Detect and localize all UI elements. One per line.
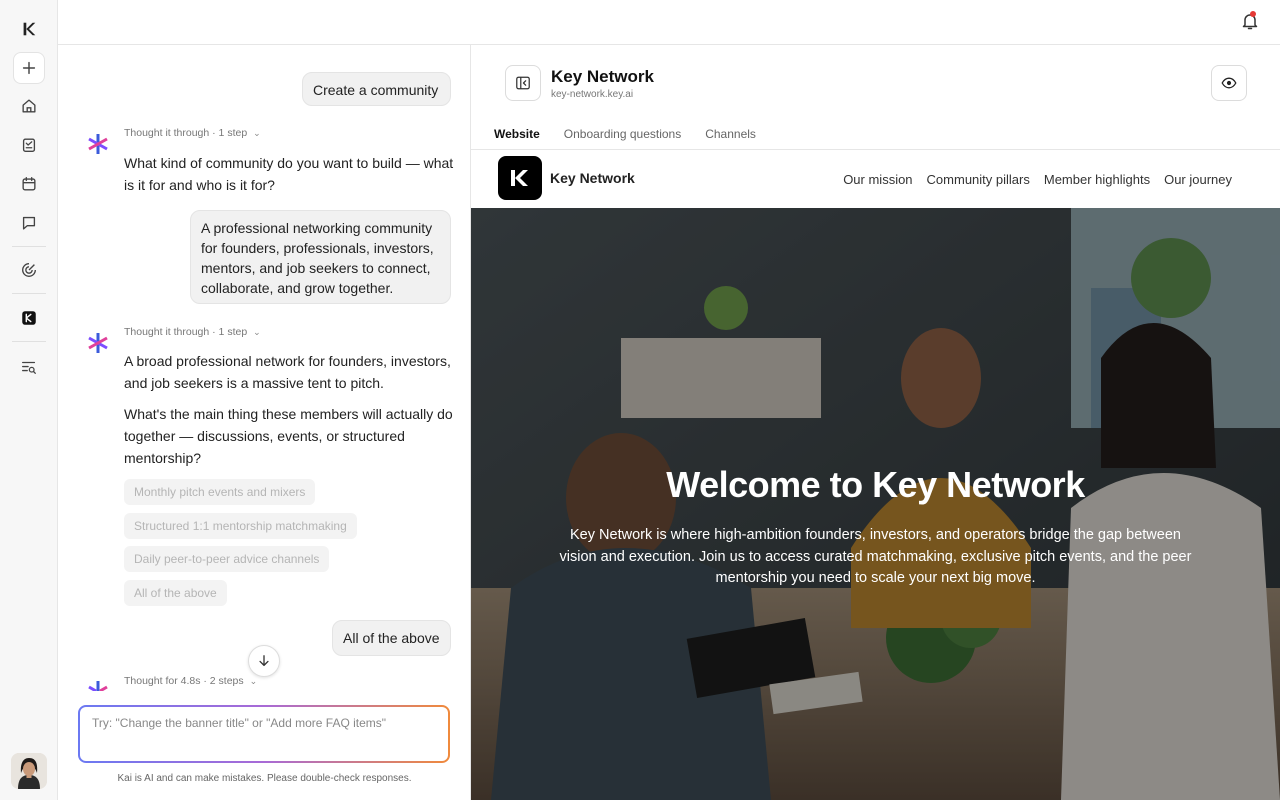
- eye-icon: [1221, 77, 1237, 89]
- analytics-button[interactable]: [13, 254, 45, 286]
- search-list-button[interactable]: [13, 351, 45, 383]
- preview-tabs: Website Onboarding questions Channels: [494, 127, 756, 145]
- app-logo-icon[interactable]: [13, 13, 45, 45]
- messages-button[interactable]: [13, 207, 45, 239]
- key-network-logo-icon: [22, 311, 36, 325]
- chevron-down-icon: ⌄: [253, 128, 261, 138]
- arrow-down-icon: [259, 655, 269, 667]
- ai-disclaimer: Kai is AI and can make mistakes. Please …: [117, 773, 412, 784]
- quick-reply-option[interactable]: All of the above: [124, 580, 227, 606]
- nav-link-member-highlights[interactable]: Member highlights: [1044, 172, 1150, 187]
- rail-divider: [12, 246, 46, 247]
- composer-input[interactable]: Try: "Change the banner title" or "Add m…: [80, 707, 448, 761]
- hero-banner: Welcome to Key Network Key Network is wh…: [471, 208, 1280, 800]
- community-url[interactable]: key-network.key.ai: [551, 89, 633, 100]
- tab-onboarding-questions[interactable]: Onboarding questions: [564, 127, 681, 145]
- user-message: Create a community: [302, 72, 451, 106]
- thought-toggle[interactable]: Thought it through · 1 step ⌄: [124, 326, 261, 338]
- home-button[interactable]: [13, 90, 45, 122]
- nav-link-our-journey[interactable]: Our journey: [1164, 172, 1232, 187]
- clipboard-check-icon: [22, 138, 36, 152]
- sidebar-collapse-icon: [516, 76, 530, 90]
- tasks-button[interactable]: [13, 129, 45, 161]
- user-message: A professional networking community for …: [190, 210, 451, 304]
- chat-panel: Create a community Thought it through · …: [58, 45, 471, 800]
- site-name[interactable]: Key Network: [550, 170, 635, 186]
- community-button[interactable]: [13, 302, 45, 334]
- thought-toggle[interactable]: Thought it through · 1 step ⌄: [124, 127, 261, 139]
- tab-channels[interactable]: Channels: [705, 127, 756, 145]
- assistant-message: What kind of community do you want to bu…: [124, 155, 454, 193]
- quick-reply-option[interactable]: Structured 1:1 mentorship matchmaking: [124, 513, 357, 539]
- thought-label: Thought for 4.8s · 2 steps: [124, 675, 244, 687]
- quick-reply-option[interactable]: Daily peer-to-peer advice channels: [124, 546, 330, 572]
- kai-avatar-icon: [88, 681, 108, 691]
- nav-link-our-mission[interactable]: Our mission: [843, 172, 912, 187]
- assistant-message: What's the main thing these members will…: [124, 406, 453, 466]
- tab-website[interactable]: Website: [494, 127, 540, 145]
- hero-title: Welcome to Key Network: [666, 464, 1085, 505]
- site-nav-links: Our mission Community pillars Member hig…: [843, 172, 1232, 187]
- chevron-down-icon: ⌄: [249, 676, 258, 686]
- assistant-message: A broad professional network for founder…: [124, 353, 451, 391]
- rail-divider: [12, 341, 46, 342]
- hero-description: Key Network is where high-ambition found…: [559, 527, 1192, 586]
- quick-reply-option[interactable]: Monthly pitch events and mixers: [124, 479, 316, 505]
- site-logo-icon[interactable]: [498, 156, 542, 200]
- scroll-to-bottom-button[interactable]: [248, 645, 280, 677]
- rail-divider: [12, 293, 46, 294]
- new-chat-button[interactable]: [13, 52, 45, 84]
- user-message: All of the above: [332, 620, 451, 656]
- preview-panel: Key Network key-network.key.ai Website O…: [471, 45, 1280, 800]
- top-bar: [58, 0, 1280, 45]
- community-title: Key Network: [551, 67, 654, 86]
- chat-bubble-icon: [22, 216, 36, 230]
- calendar-icon: [22, 177, 36, 191]
- icon-rail: [0, 0, 58, 800]
- preview-button[interactable]: [1211, 65, 1247, 101]
- thought-label: Thought it through · 1 step: [124, 326, 248, 338]
- collapse-sidebar-button[interactable]: [505, 65, 541, 101]
- user-avatar[interactable]: [11, 753, 47, 789]
- chevron-down-icon: ⌄: [253, 327, 261, 337]
- kai-avatar-icon: [88, 134, 108, 154]
- website-navbar: Key Network Our mission Community pillar…: [471, 150, 1280, 208]
- thought-toggle[interactable]: Thought for 4.8s · 2 steps ⌄: [124, 675, 257, 687]
- home-icon: [22, 99, 36, 113]
- plus-icon: [22, 61, 36, 75]
- target-chart-icon: [22, 263, 36, 277]
- message-composer[interactable]: Try: "Change the banner title" or "Add m…: [78, 705, 450, 763]
- list-search-icon: [22, 361, 36, 374]
- nav-link-community-pillars[interactable]: Community pillars: [927, 172, 1030, 187]
- notification-dot: [1250, 11, 1256, 17]
- calendar-button[interactable]: [13, 168, 45, 200]
- thought-label: Thought it through · 1 step: [124, 127, 248, 139]
- kai-avatar-icon: [88, 333, 108, 353]
